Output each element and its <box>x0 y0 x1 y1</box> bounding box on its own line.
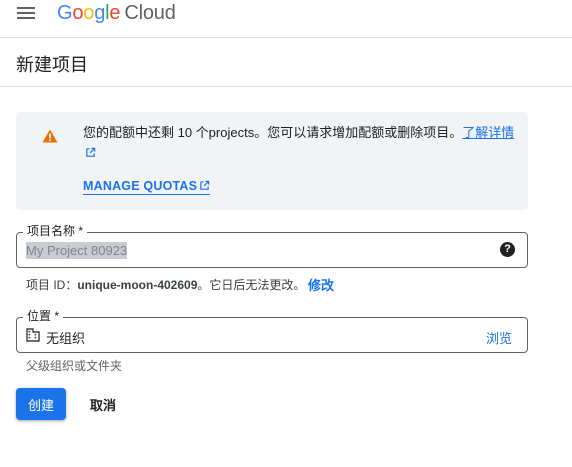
top-bar: Google Cloud <box>0 0 572 38</box>
hamburger-menu-icon[interactable] <box>8 0 44 28</box>
title-bar: 新建项目 <box>0 38 572 87</box>
project-name-label: 项目名称 * <box>23 224 88 238</box>
create-button[interactable]: 创建 <box>16 388 66 420</box>
project-name-input[interactable]: My Project 80923 <box>26 242 128 259</box>
external-link-icon <box>86 147 96 157</box>
project-id-prefix: 项目 ID： <box>26 278 78 292</box>
quota-alert-text: 您的配额中还剩 10 个projects。您可以请求增加配额或删除项目。了解详情 <box>83 123 515 163</box>
building-icon <box>26 328 40 342</box>
quota-alert: 您的配额中还剩 10 个projects。您可以请求增加配额或删除项目。了解详情… <box>16 112 528 210</box>
page-title: 新建项目 <box>16 55 88 75</box>
external-link-icon <box>200 180 210 190</box>
location-label: 位置 * <box>23 309 64 323</box>
logo-product-name: Cloud <box>124 2 176 24</box>
project-id-info: 项目 ID：unique-moon-402609。它日后无法更改。 <box>26 276 305 293</box>
edit-project-id-button[interactable]: 修改 <box>308 275 334 294</box>
browse-button[interactable]: 浏览 <box>486 328 512 347</box>
quota-message: 您的配额中还剩 10 个projects。您可以请求增加配额或删除项目。 <box>83 125 463 140</box>
cancel-button[interactable]: 取消 <box>80 388 126 420</box>
warning-icon <box>42 129 58 143</box>
location-hint: 父级组织或文件夹 <box>26 359 123 373</box>
location-field[interactable]: 位置 * 无组织 浏览 <box>16 309 528 353</box>
project-name-field[interactable]: 项目名称 * My Project 80923 ? <box>16 224 528 268</box>
location-value: 无组织 <box>46 331 86 346</box>
project-id-value: unique-moon-402609 <box>77 278 198 292</box>
project-id-suffix: 。它日后无法更改。 <box>197 278 306 292</box>
help-icon[interactable]: ? <box>500 242 515 257</box>
manage-quotas-link[interactable]: MANAGE QUOTAS <box>83 178 211 195</box>
google-cloud-logo[interactable]: Google Cloud <box>57 2 176 28</box>
